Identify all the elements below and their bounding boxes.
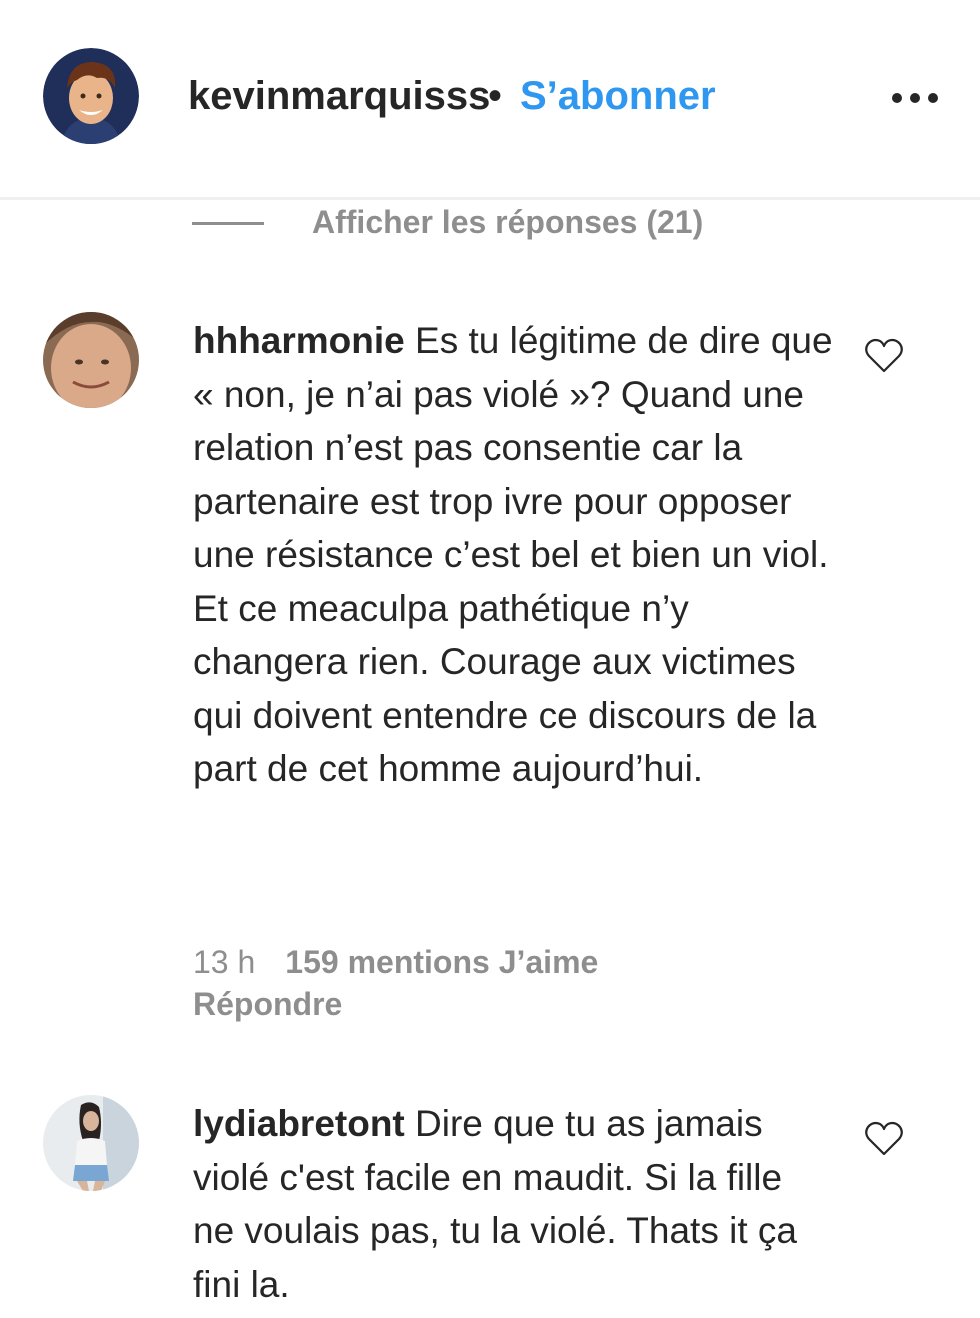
post-author-avatar[interactable] <box>43 48 139 144</box>
post-author-username[interactable]: kevinmarquisss <box>188 72 490 120</box>
more-options-icon[interactable] <box>892 90 938 106</box>
comment-author[interactable]: lydiabretont <box>193 1103 405 1144</box>
separator-dot: • <box>488 74 503 118</box>
heart-outline-icon[interactable] <box>864 338 904 374</box>
view-replies-label: Afficher les réponses (21) <box>312 204 704 240</box>
view-replies-button[interactable]: Afficher les réponses (21) <box>192 200 792 246</box>
comment-timestamp: 13 h <box>193 944 256 980</box>
comment-body: lydiabretont Dire que tu as jamais violé… <box>193 1097 833 1311</box>
commenter-avatar[interactable] <box>43 312 139 408</box>
replies-divider-line <box>192 222 264 225</box>
comment-body: hhharmonie Es tu légitime de dire que « … <box>193 314 833 796</box>
reply-button[interactable]: Répondre <box>193 984 342 1024</box>
post-header: kevinmarquisss • S’abonner <box>0 0 980 200</box>
heart-outline-icon[interactable] <box>864 1121 904 1157</box>
comment-author[interactable]: hhharmonie <box>193 320 405 361</box>
follow-button[interactable]: S’abonner <box>520 72 716 120</box>
comment-like-count[interactable]: 159 mentions J’aime <box>285 944 598 980</box>
comment-text: Es tu légitime de dire que « non, je n’a… <box>193 320 833 789</box>
comment-meta: 13 h 159 mentions J’aime <box>193 942 598 982</box>
commenter-avatar[interactable] <box>43 1095 139 1191</box>
